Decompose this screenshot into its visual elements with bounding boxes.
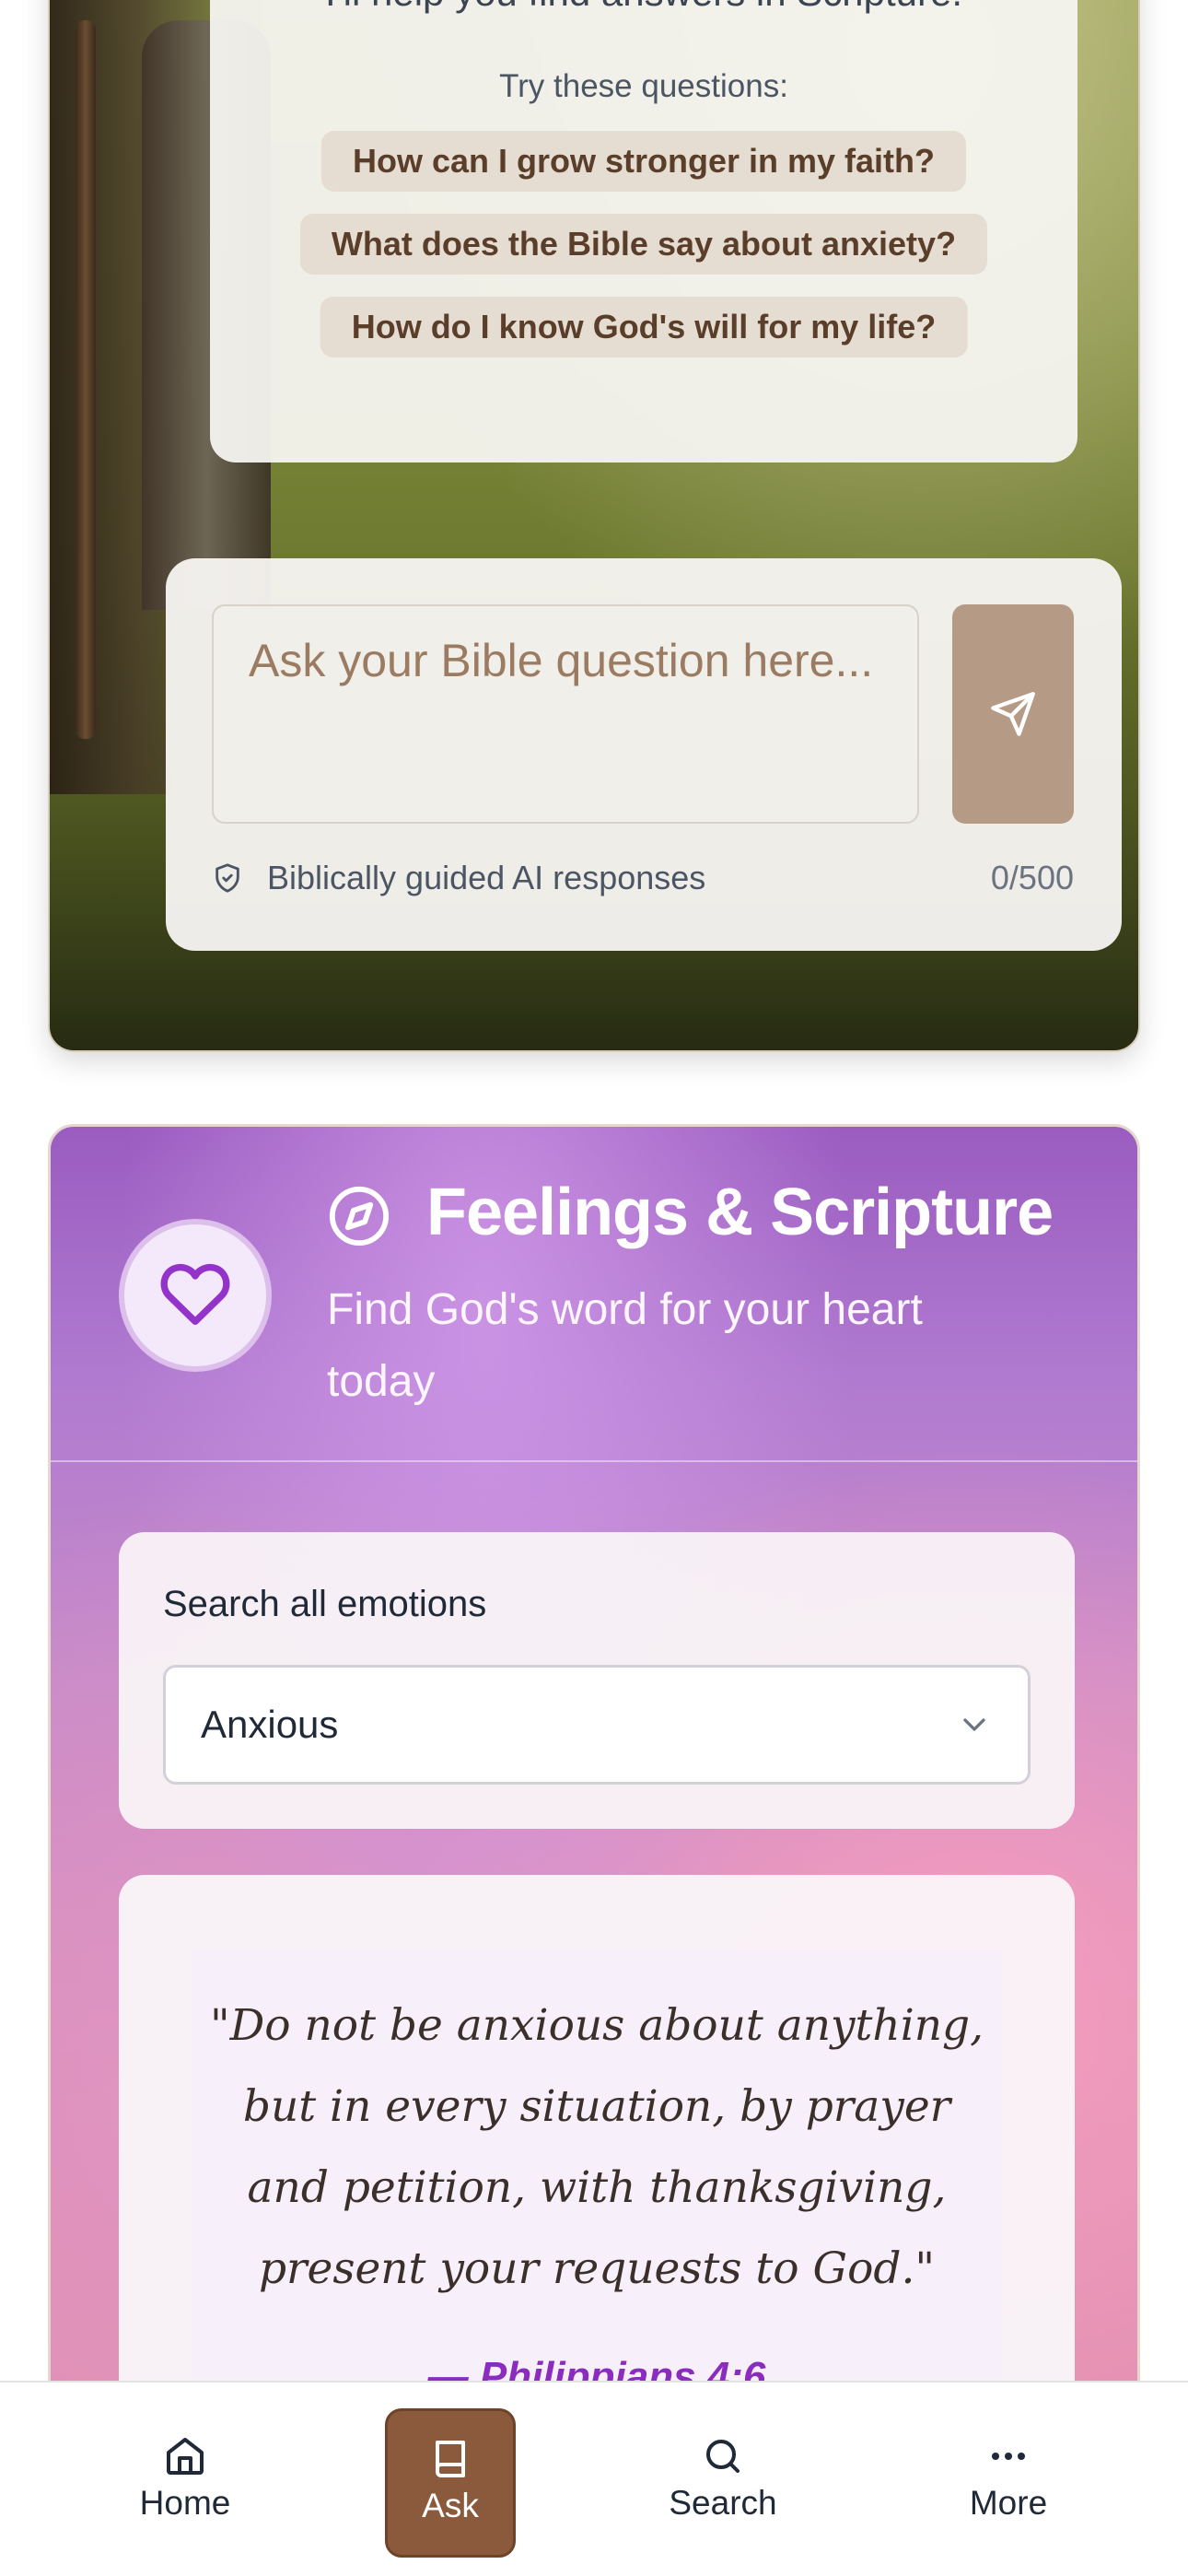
feelings-header: Feelings & Scripture Find God's word for…	[51, 1127, 1137, 1462]
home-icon	[167, 2438, 204, 2475]
nav-home-label: Home	[139, 2484, 231, 2522]
nav-home[interactable]: Home	[120, 2408, 250, 2558]
shepherd-staff-image	[76, 20, 96, 739]
selected-emotion: Anxious	[201, 1703, 339, 1746]
compass-icon	[329, 1186, 390, 1247]
search-icon	[706, 2440, 740, 2473]
heart-icon	[160, 1263, 230, 1325]
more-icon	[992, 2453, 1025, 2460]
nav-ask-label: Ask	[422, 2487, 479, 2524]
try-questions-label: Try these questions:	[499, 68, 788, 104]
book-icon	[436, 2441, 465, 2477]
nav-search-label: Search	[669, 2484, 777, 2522]
feelings-card: Feelings & Scripture Find God's word for…	[48, 1124, 1140, 2576]
feelings-title: Feelings & Scripture	[426, 1176, 1054, 1249]
chevron-down-icon	[963, 1718, 985, 1731]
character-count: 0/500	[990, 859, 1074, 896]
nav-ask[interactable]: Ask	[385, 2408, 516, 2558]
guided-note-row: Biblically guided AI responses 0/500	[212, 855, 1074, 901]
emotion-search-panel: Search all emotions Anxious	[119, 1532, 1075, 1829]
suggestion-chip[interactable]: What does the Bible say about anxiety?	[299, 214, 988, 275]
send-icon	[991, 692, 1035, 736]
question-input-panel: Biblically guided AI responses 0/500	[166, 558, 1122, 951]
emotion-search-label: Search all emotions	[163, 1584, 487, 1624]
verse-text: "Do not be anxious about anything, but i…	[209, 2000, 984, 2294]
nav-more[interactable]: More	[943, 2408, 1074, 2558]
ask-card: I'll help you find answers in Scripture.…	[48, 0, 1140, 1052]
heart-badge	[119, 1219, 272, 1372]
emotion-select[interactable]: Anxious	[163, 1665, 1031, 1785]
feelings-subtitle: Find God's word for your heart today	[327, 1285, 923, 1406]
shield-check-icon	[215, 863, 239, 893]
bottom-nav: Home Ask Search More	[0, 2381, 1188, 2576]
suggestion-chip[interactable]: How can I grow stronger in my faith?	[320, 131, 967, 192]
suggestion-chip[interactable]: How do I know God's will for my life?	[320, 297, 968, 357]
send-button[interactable]	[952, 604, 1074, 824]
nav-search[interactable]: Search	[658, 2408, 788, 2558]
guided-note-text: Biblically guided AI responses	[267, 859, 706, 896]
welcome-message: I'll help you find answers in Scripture.	[210, 0, 1077, 15]
question-input[interactable]	[212, 604, 919, 824]
nav-more-label: More	[969, 2484, 1048, 2522]
welcome-panel: I'll help you find answers in Scripture.…	[210, 0, 1077, 463]
